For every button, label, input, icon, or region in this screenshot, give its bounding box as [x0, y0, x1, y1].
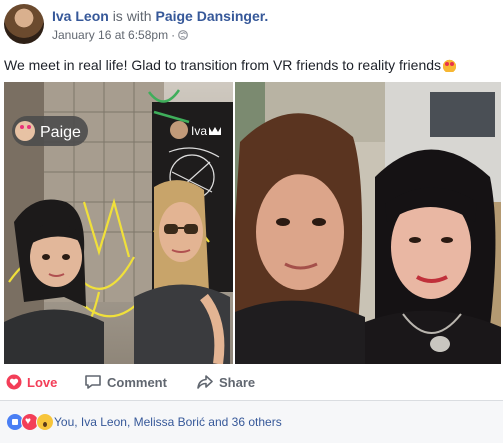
author-name[interactable]: Iva Leon	[52, 8, 109, 24]
name-tag-iva: Iva	[191, 124, 207, 138]
photo-selfie[interactable]	[235, 82, 501, 364]
post-meta: January 16 at 6:58pm ·	[52, 28, 188, 42]
heart-icon	[6, 374, 22, 390]
love-button[interactable]: Love	[6, 374, 57, 390]
post-text: We meet in real life! Glad to transition…	[4, 56, 499, 74]
share-icon	[197, 375, 213, 389]
comment-button[interactable]: Comment	[84, 374, 167, 390]
avatar[interactable]	[4, 4, 44, 44]
selfie-image	[235, 82, 501, 364]
post-header: Iva Leon is with Paige Dansinger.	[52, 7, 268, 25]
reactions-summary: You, Iva Leon, Melissa Borić and 36 othe…	[0, 401, 503, 443]
timestamp[interactable]: January 16 at 6:58pm	[52, 28, 168, 42]
vr-scene-image: Paige Iva	[4, 82, 233, 364]
facebook-post: Iva Leon is with Paige Dansinger. Januar…	[0, 0, 503, 443]
with-text: is with	[112, 8, 152, 24]
love-label: Love	[27, 374, 58, 390]
action-bar: Love Comment Share	[0, 368, 503, 400]
photo-vr-avatars[interactable]: Paige Iva	[4, 82, 233, 364]
reactors-list[interactable]: You, Iva Leon, Melissa Borić and 36 othe…	[54, 415, 282, 429]
post-message: We meet in real life! Glad to transition…	[4, 57, 442, 73]
tagged-friend[interactable]: Paige Dansinger.	[155, 8, 268, 24]
wow-icon	[36, 413, 54, 431]
comment-label: Comment	[107, 374, 167, 390]
comment-icon	[85, 375, 101, 389]
reaction-icons[interactable]	[6, 413, 54, 431]
smiling-cat-heart-eyes-emoji	[442, 58, 458, 72]
share-label: Share	[219, 374, 256, 390]
name-tag-paige: Paige	[40, 124, 81, 141]
share-button[interactable]: Share	[196, 374, 255, 390]
globe-icon[interactable]	[178, 30, 188, 40]
meta-separator: ·	[171, 28, 176, 42]
